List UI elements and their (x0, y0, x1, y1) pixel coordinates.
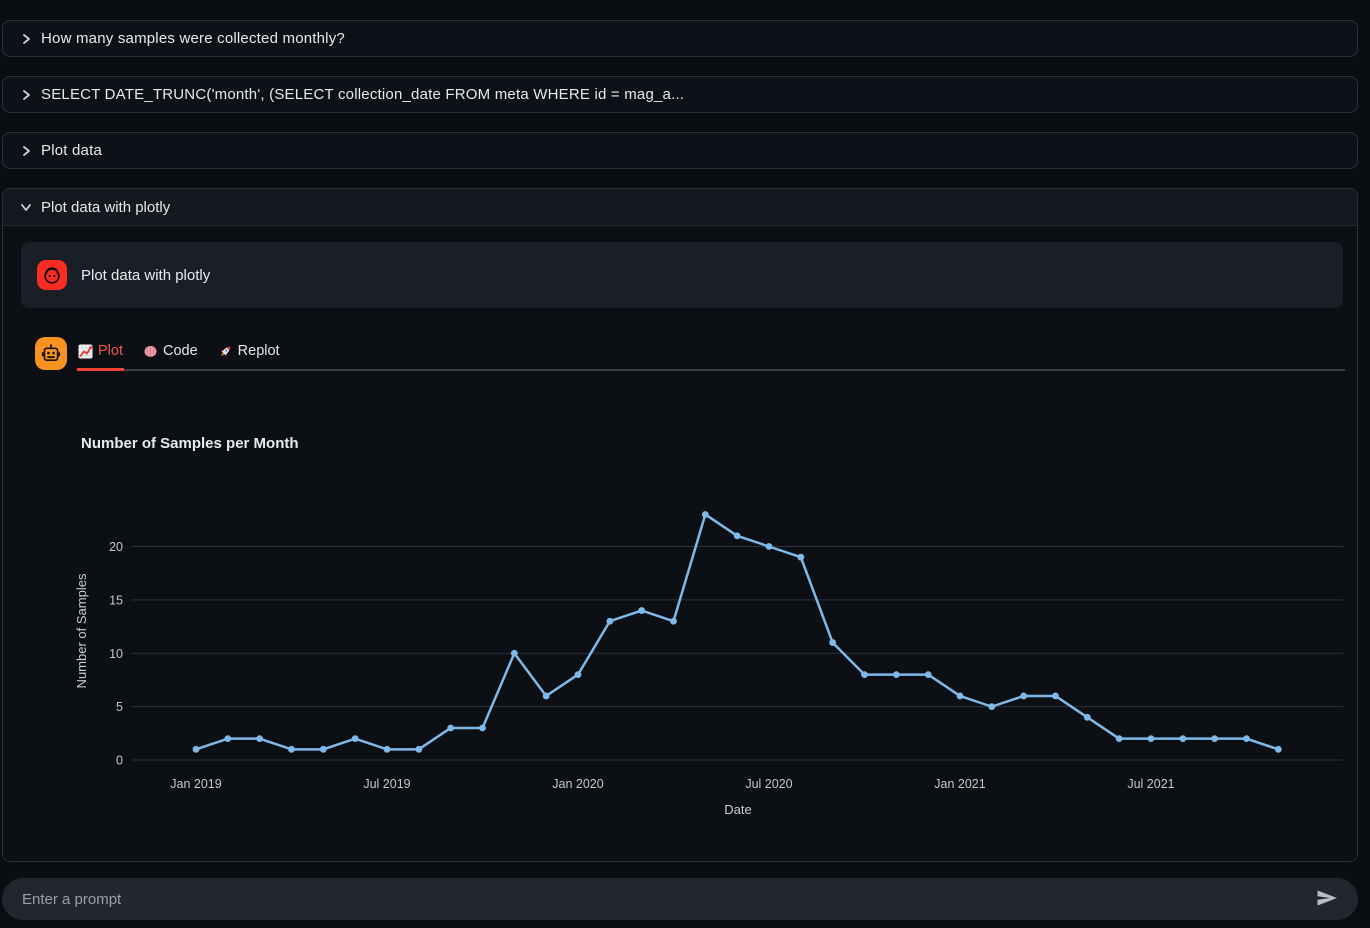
tab-code[interactable]: Code (142, 339, 199, 371)
chevron-down-icon (19, 200, 33, 214)
accordion-item-label: Plot data with plotly (41, 199, 170, 216)
send-button[interactable] (1310, 885, 1344, 914)
svg-text:Jul 2019: Jul 2019 (363, 777, 410, 791)
chart-y-tick-labels: 0 5 10 15 20 (109, 540, 123, 768)
robot-icon (35, 337, 67, 370)
svg-text:5: 5 (116, 700, 123, 714)
svg-text:10: 10 (109, 647, 123, 661)
prompt-input[interactable] (22, 891, 1310, 908)
chart-title: Number of Samples per Month (81, 435, 299, 452)
accordion-item-label: SELECT DATE_TRUNC('month', (SELECT colle… (41, 86, 684, 103)
svg-text:Jul 2021: Jul 2021 (1127, 777, 1174, 791)
y-axis-title: Number of Samples (74, 573, 89, 688)
accordion-header-plotly[interactable]: Plot data with plotly (3, 189, 1357, 226)
message-card-title: Plot data with plotly (81, 267, 210, 284)
line-chart: Number of Samples per Month 0 5 10 15 20 Jan… (61, 419, 1351, 819)
chart-gridlines (131, 547, 1343, 761)
accordion-item-sql[interactable]: SELECT DATE_TRUNC('month', (SELECT colle… (2, 76, 1358, 113)
chart-increasing-icon (78, 344, 93, 359)
svg-text:Jan 2019: Jan 2019 (170, 777, 221, 791)
svg-text:Jan 2020: Jan 2020 (552, 777, 603, 791)
face-icon (37, 260, 67, 290)
send-icon (1316, 889, 1338, 910)
tab-bar: Plot Code (77, 339, 1345, 371)
x-axis-title: Date (724, 802, 751, 817)
accordion-item-question[interactable]: How many samples were collected monthly? (2, 20, 1358, 57)
message-card: Plot data with plotly (21, 242, 1343, 308)
accordion-item-label: How many samples were collected monthly? (41, 30, 345, 47)
accordion-item-plotly-expanded: Plot data with plotly Plot data with plo… (2, 188, 1358, 862)
svg-text:Jan 2021: Jan 2021 (934, 777, 985, 791)
tab-label: Code (163, 343, 198, 359)
tab-bar-row: Plot Code (35, 337, 1345, 371)
accordion-item-plot-data[interactable]: Plot data (2, 132, 1358, 169)
brain-icon (143, 344, 158, 359)
chevron-right-icon (19, 32, 33, 46)
chart-x-tick-labels: Jan 2019 Jul 2019 Jan 2020 Jul 2020 Jan 2021… (170, 777, 1174, 791)
tab-label: Replot (238, 343, 280, 359)
svg-text:0: 0 (116, 754, 123, 768)
tab-label: Plot (98, 343, 123, 359)
tab-replot[interactable]: Replot (217, 339, 281, 371)
tab-plot[interactable]: Plot (77, 339, 124, 371)
svg-text:15: 15 (109, 593, 123, 607)
accordion-item-label: Plot data (41, 142, 102, 159)
chevron-right-icon (19, 88, 33, 102)
rocket-icon (218, 344, 233, 359)
svg-text:20: 20 (109, 540, 123, 554)
chevron-right-icon (19, 144, 33, 158)
chart-series (193, 511, 1282, 753)
prompt-bar (2, 878, 1358, 920)
svg-text:Jul 2020: Jul 2020 (745, 777, 792, 791)
